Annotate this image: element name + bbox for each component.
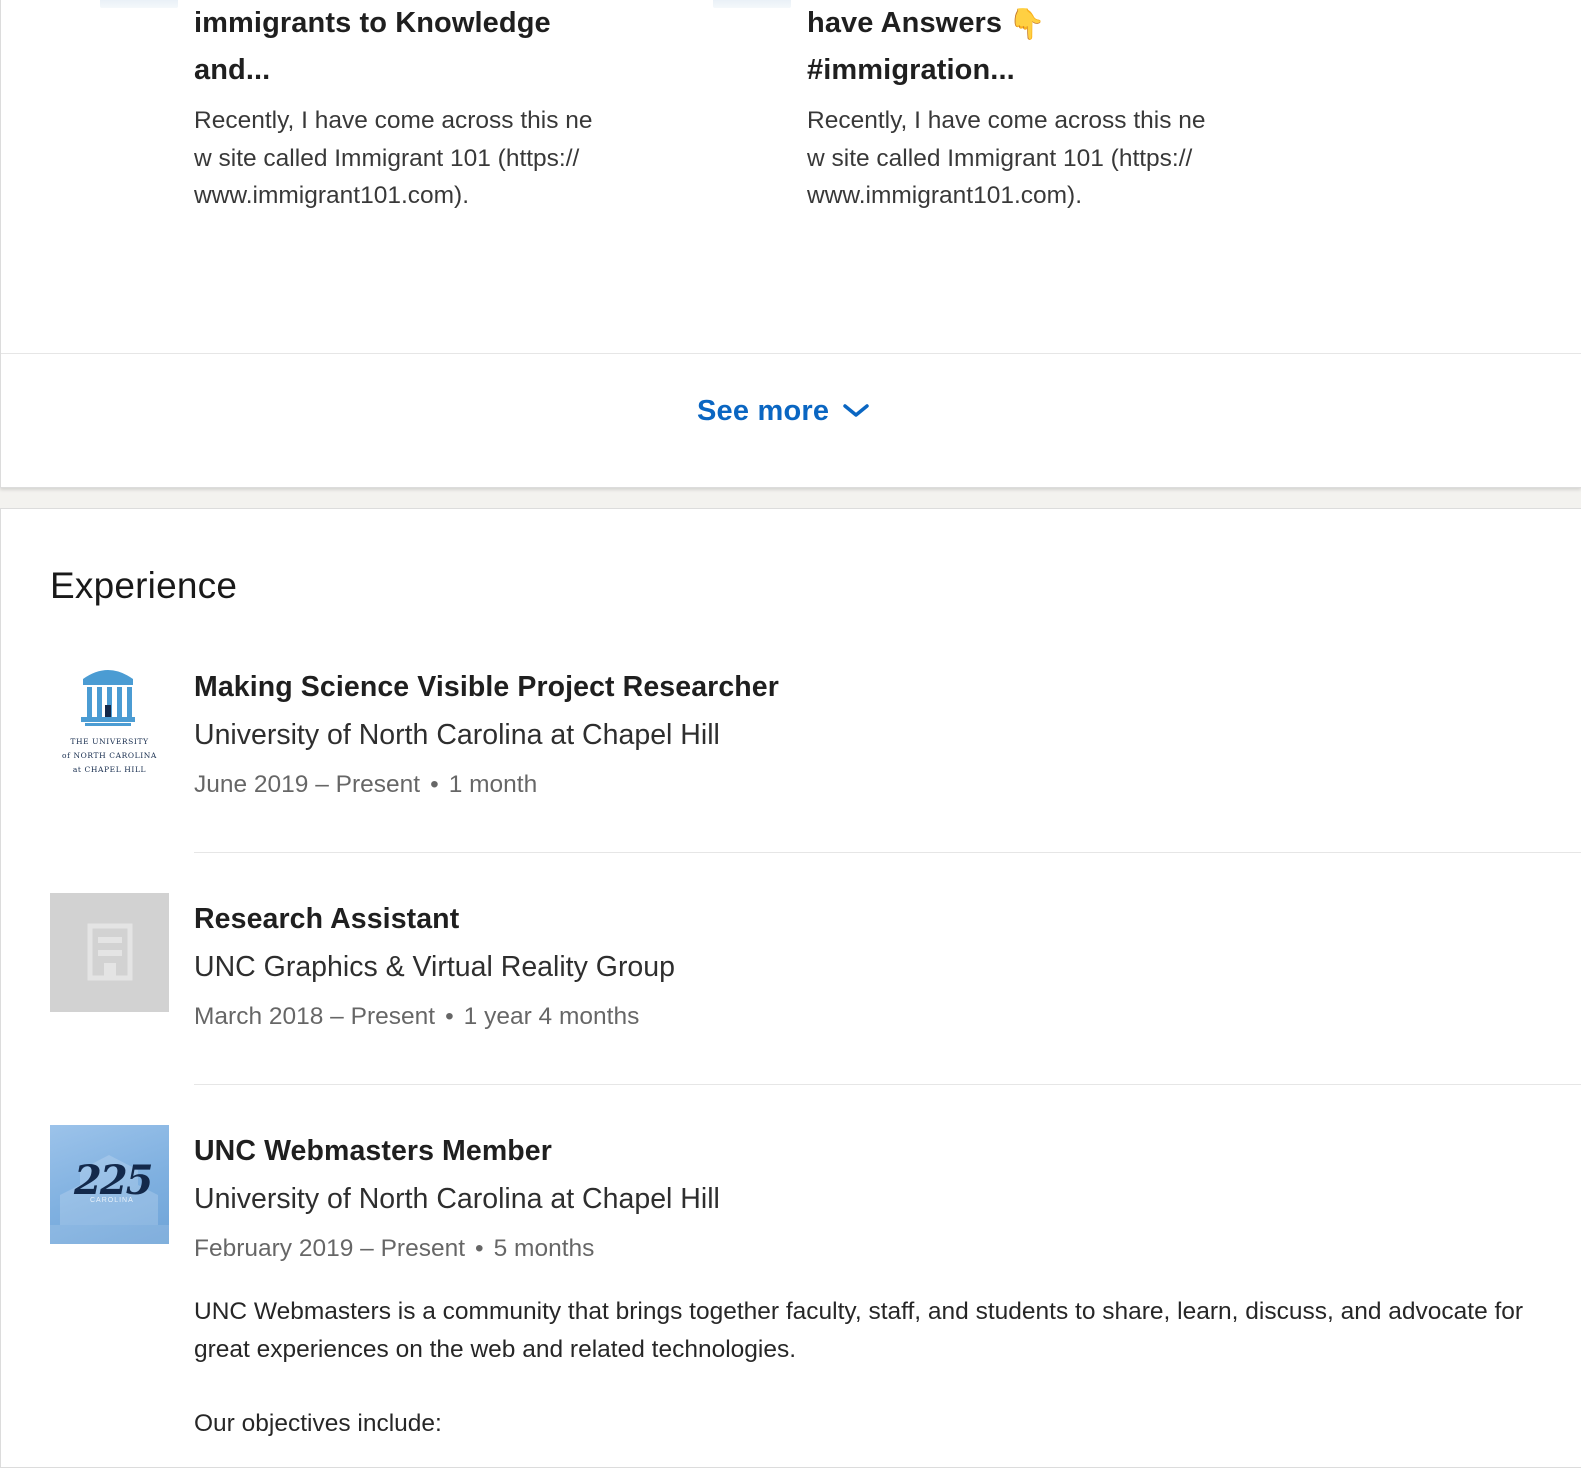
date-range: March 2018 – Present • 1 year 4 months: [194, 1003, 639, 1031]
logo-text-line: at CHAPEL HILL: [72, 765, 147, 774]
job-title[interactable]: UNC Webmasters Member: [194, 1135, 552, 1168]
divider: [1, 353, 1581, 354]
logo-subtext: CAROLINA: [90, 1197, 134, 1204]
bullet-separator: •: [475, 1235, 484, 1262]
divider: [194, 1084, 1581, 1085]
dates-text: March 2018 – Present: [194, 1003, 436, 1030]
company-name[interactable]: University of North Carolina at Chapel H…: [194, 1183, 720, 1216]
bullet-separator: •: [430, 771, 439, 798]
article-title-line: immigrants to Knowledge: [194, 7, 551, 39]
article-snippet: Recently, I have come across this new si…: [194, 107, 593, 209]
logo-wordmark: THE UNIVERSITY of NORTH CAROLINA at CHAP…: [50, 735, 169, 776]
dates-text: February 2019 – Present: [194, 1235, 466, 1262]
job-title[interactable]: Research Assistant: [194, 903, 459, 936]
articles-card: immigrants to Knowledge and... Recently,…: [0, 0, 1581, 488]
company-name[interactable]: UNC Graphics & Virtual Reality Group: [194, 951, 675, 984]
job-description: UNC Webmasters is a community that bring…: [194, 1298, 1524, 1363]
section-heading: Experience: [50, 565, 238, 606]
chevron-down-icon: [843, 404, 869, 417]
article-title-line: #immigration...: [807, 54, 1015, 86]
article-title-line: and...: [194, 54, 271, 86]
article-thumbnail[interactable]: [100, 0, 178, 8]
see-more-label: See more: [697, 394, 830, 427]
company-name[interactable]: University of North Carolina at Chapel H…: [194, 719, 720, 752]
article-snippet: Recently, I have come across this new si…: [807, 107, 1206, 209]
date-range: June 2019 – Present • 1 month: [194, 771, 537, 799]
article-title[interactable]: immigrants to Knowledge and...: [194, 0, 614, 94]
divider: [194, 852, 1581, 853]
duration-text: 1 month: [448, 771, 538, 798]
backhand-pointing-down-icon: 👇: [1008, 8, 1046, 41]
dates-text: June 2019 – Present: [194, 771, 421, 798]
logo-text-line: THE UNIVERSITY: [70, 737, 149, 746]
company-logo-placeholder[interactable]: [50, 893, 169, 1012]
unc-old-well-logo[interactable]: THE UNIVERSITY of NORTH CAROLINA at CHAP…: [50, 657, 169, 776]
article-card[interactable]: have Answers 👇 #immigration... Recently, …: [713, 0, 1227, 215]
duration-text: 5 months: [493, 1235, 595, 1262]
job-description-more: Our objectives include:: [194, 1410, 442, 1437]
article-thumbnail[interactable]: [713, 0, 791, 8]
job-title[interactable]: Making Science Visible Project Researche…: [194, 671, 779, 704]
article-title-line: have Answers 👇: [807, 7, 1046, 41]
date-range: February 2019 – Present • 5 months: [194, 1235, 594, 1263]
duration-text: 1 year 4 months: [463, 1003, 640, 1030]
bullet-separator: •: [445, 1003, 454, 1030]
see-more-button[interactable]: See more: [697, 387, 869, 435]
logo-text-line: of NORTH CAROLINA: [62, 751, 157, 760]
company-building-placeholder-icon: [87, 923, 133, 981]
article-card[interactable]: immigrants to Knowledge and... Recently,…: [100, 0, 614, 215]
experience-section: Experience THE UNIVERSITY of NORTH CAROL…: [0, 508, 1581, 1468]
article-title[interactable]: have Answers 👇 #immigration...: [807, 0, 1227, 94]
unc-225-logo[interactable]: 225 CAROLINA: [50, 1125, 169, 1244]
